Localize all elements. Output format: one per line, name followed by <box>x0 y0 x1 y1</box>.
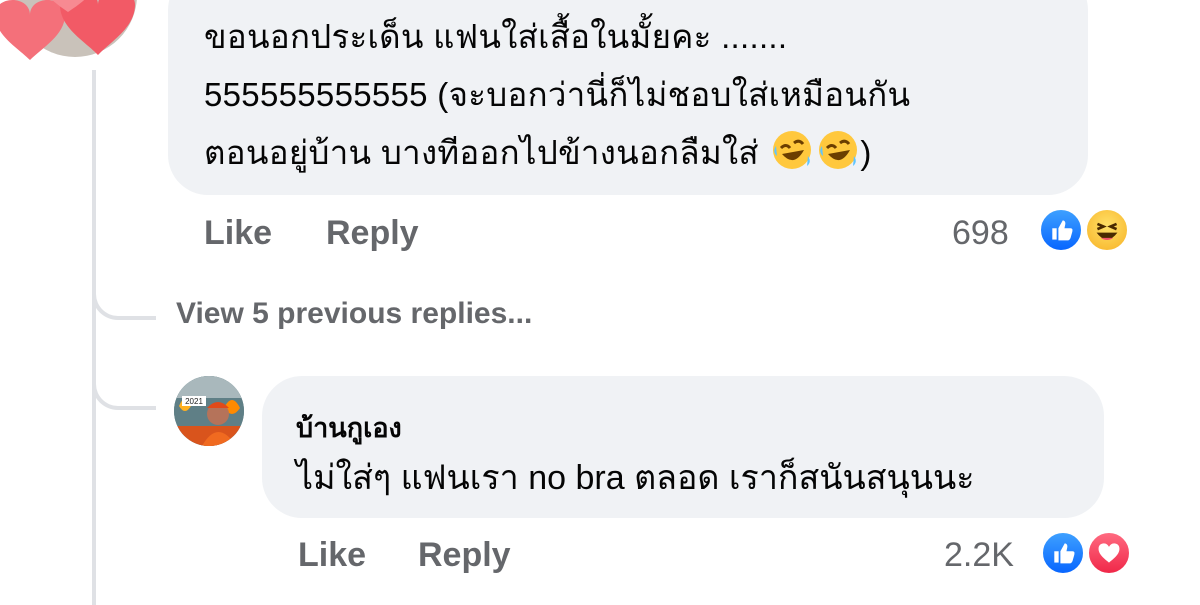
thread-connector-1 <box>92 250 156 320</box>
love-reaction-icon <box>1086 530 1132 576</box>
comment-line: 555555555555 (จะบอกว่านี่ก็ไม่ชอบใส่เหมื… <box>204 76 911 113</box>
comment-line: ตอนอยู่บ้าน บางทีออกไปข้างนอกลืมใส่ ) <box>204 124 910 182</box>
thread-connector-2 <box>92 340 156 410</box>
comment-text-2: ไม่ใส่ๆ แฟนเรา no bra ตลอด เราก็สนันสนุน… <box>296 459 975 497</box>
rolling-on-floor-laughing-emoji <box>770 128 814 172</box>
thread-line-vertical <box>92 70 96 605</box>
comment-bubble-1: ขอนอกประเด็น แฟนใส่เสื้อในมั้ยคะ .......… <box>168 0 1088 195</box>
reply-button[interactable]: Reply <box>418 536 511 575</box>
reaction-count[interactable]: 698 <box>952 214 1009 253</box>
comment-text-1: ขอนอกประเด็น แฟนใส่เสื้อในมั้ยคะ .......… <box>204 8 910 182</box>
comment-line-suffix: ) <box>860 134 872 171</box>
like-button[interactable]: Like <box>298 536 366 575</box>
avatar-sign-text: 2021 <box>185 397 203 406</box>
rolling-on-floor-laughing-emoji <box>816 128 860 172</box>
reply-button[interactable]: Reply <box>326 214 419 253</box>
comment-author-name[interactable]: บ้านกูเอง <box>296 406 402 449</box>
like-reaction-icon <box>1038 207 1084 253</box>
like-button[interactable]: Like <box>204 214 272 253</box>
view-previous-replies-link[interactable]: View 5 previous replies... <box>176 297 532 331</box>
commenter-avatar[interactable]: 2021 <box>174 376 244 446</box>
commenter-avatar[interactable] <box>0 0 150 70</box>
haha-reaction-icon <box>1084 207 1130 253</box>
comment-bubble-2: บ้านกูเอง ไม่ใส่ๆ แฟนเรา no bra ตลอด เรา… <box>262 376 1104 518</box>
comment-line-text: ตอนอยู่บ้าน บางทีออกไปข้างนอกลืมใส่ <box>204 134 759 171</box>
comment-line: ขอนอกประเด็น แฟนใส่เสื้อในมั้ยคะ ....... <box>204 18 788 55</box>
like-reaction-icon <box>1040 530 1086 576</box>
reaction-count[interactable]: 2.2K <box>944 536 1014 575</box>
